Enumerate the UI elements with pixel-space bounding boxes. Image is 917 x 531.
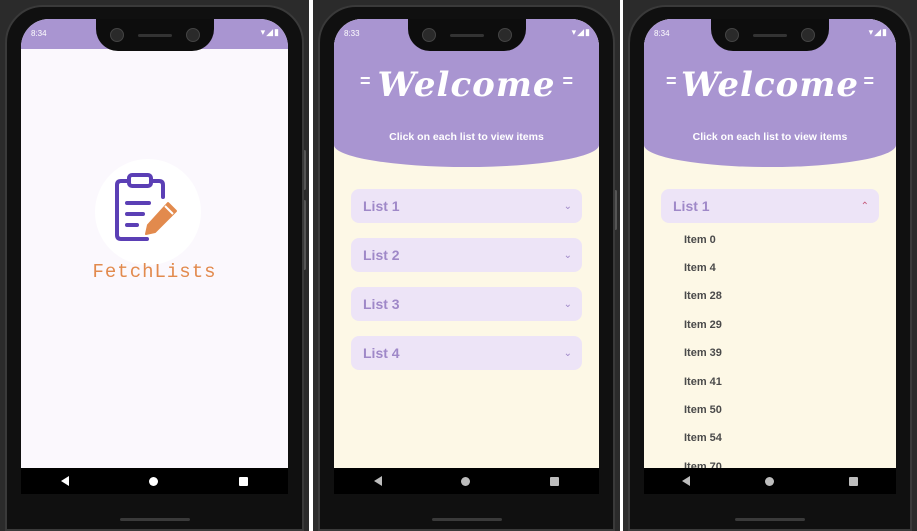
list-item-2[interactable]: List 2 ⌄	[351, 238, 582, 272]
list-entry: Item 54	[684, 432, 722, 444]
chin-bar	[431, 518, 502, 521]
list-item-1[interactable]: List 1 ⌄	[351, 189, 582, 223]
splash-panel: 8:34 ▾◢▮ FetchLists	[0, 0, 309, 531]
camera-icon	[497, 28, 512, 42]
home-icon[interactable]	[149, 476, 159, 486]
list-label: List 2	[363, 247, 400, 263]
status-time: 8:34	[31, 29, 47, 38]
status-icons: ▾◢▮	[868, 27, 888, 37]
chin-bar	[119, 518, 190, 521]
back-icon[interactable]	[61, 476, 70, 486]
speaker-grille	[753, 34, 787, 37]
status-icons: ▾◢▮	[260, 27, 280, 37]
chevron-down-icon: ⌄	[563, 347, 572, 359]
back-icon[interactable]	[681, 476, 690, 486]
phone-screen: 8:34 ▾◢▮ FetchLists	[21, 19, 288, 493]
list-item-4[interactable]: List 4 ⌄	[351, 336, 582, 370]
welcome-subtitle: Click on each list to view items	[692, 131, 848, 143]
camera-icon	[801, 28, 815, 42]
camera-notch	[95, 19, 214, 51]
list-entry: Item 29	[684, 319, 722, 331]
phone-screen: = Welcome = Click on each list to view i…	[644, 19, 896, 493]
list-item-3[interactable]: List 3 ⌄	[351, 287, 582, 321]
chin-bar	[735, 518, 805, 521]
status-time: 8:33	[344, 29, 360, 38]
list-entry: Item 50	[684, 404, 722, 416]
list-label: List 1	[363, 198, 400, 214]
camera-icon	[421, 28, 436, 42]
rays-right-icon: =	[562, 71, 573, 91]
clipboard-pencil-icon	[115, 173, 177, 241]
list-label: List 4	[363, 345, 400, 361]
chevron-down-icon: ⌄	[563, 200, 572, 212]
chevron-down-icon: ⌄	[563, 249, 572, 261]
chevron-down-icon: ⌄	[563, 298, 572, 310]
list-entry: Item 0	[684, 234, 716, 246]
camera-notch	[711, 19, 829, 51]
rays-right-icon: =	[863, 71, 874, 91]
camera-icon	[185, 28, 200, 42]
app-name: FetchLists	[92, 261, 217, 283]
camera-icon	[725, 28, 739, 42]
welcome-title: Welcome	[377, 65, 556, 105]
recents-icon[interactable]	[550, 476, 560, 486]
camera-notch	[407, 19, 526, 51]
list-entry: Item 41	[684, 376, 722, 388]
speaker-grille	[137, 34, 172, 37]
recents-icon[interactable]	[849, 476, 859, 486]
phone-frame: = Welcome = Click on each list to view i…	[318, 5, 615, 531]
expanded-panel: = Welcome = Click on each list to view i…	[623, 0, 917, 531]
camera-icon	[109, 28, 124, 42]
list-label: List 1	[673, 198, 710, 214]
home-icon[interactable]	[764, 476, 774, 486]
list-entry: Item 28	[684, 290, 722, 302]
splash-screen: FetchLists	[21, 49, 288, 493]
app-logo	[95, 159, 201, 265]
nav-bar	[644, 468, 896, 494]
back-icon[interactable]	[373, 476, 382, 486]
nav-bar	[21, 468, 288, 494]
phone-frame: 8:34 ▾◢▮ FetchLists	[5, 5, 304, 531]
welcome-panel: = Welcome = Click on each list to view i…	[313, 0, 620, 531]
list-item-1[interactable]: List 1 ⌃	[661, 189, 879, 223]
home-icon[interactable]	[461, 476, 471, 486]
chevron-up-icon: ⌃	[860, 200, 869, 212]
welcome-subtitle: Click on each list to view items	[389, 131, 544, 143]
phone-screen: = Welcome = Click on each list to view i…	[334, 19, 599, 493]
recents-icon[interactable]	[238, 476, 248, 486]
nav-bar	[334, 468, 599, 494]
speaker-grille	[449, 34, 484, 37]
list-entry: Item 4	[684, 262, 716, 274]
list-entry: Item 39	[684, 347, 722, 359]
status-icons: ▾◢▮	[571, 27, 591, 37]
list-label: List 3	[363, 296, 400, 312]
phone-frame: = Welcome = Click on each list to view i…	[628, 5, 912, 531]
welcome-title: Welcome	[681, 65, 859, 105]
status-time: 8:34	[654, 29, 670, 38]
